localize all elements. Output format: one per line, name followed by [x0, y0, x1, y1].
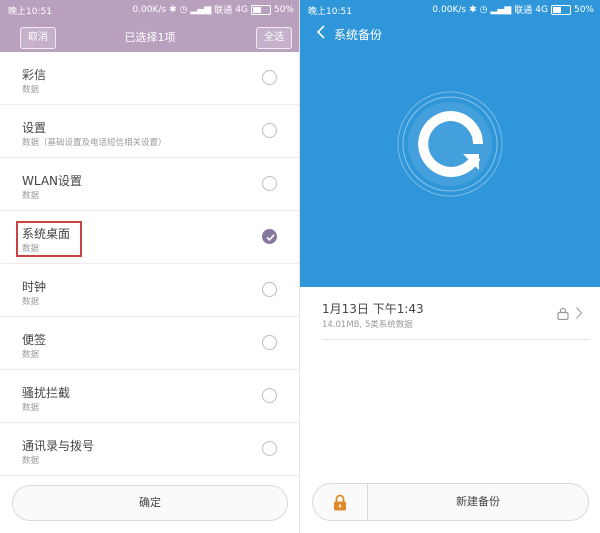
item-checkbox[interactable] — [262, 176, 277, 191]
lock-icon — [334, 494, 346, 511]
system-backup-screen: 晚上10:51 0.00K/s ✱ ◷ ▂▄▆ 联通 4G 50% 系统备份 1… — [300, 0, 600, 533]
back-arrow-icon[interactable] — [314, 24, 330, 40]
list-item[interactable]: 通讯录与拨号 数据 — [0, 423, 300, 476]
backup-date: 1月13日 下午1:43 — [322, 302, 424, 316]
battery-level: 50% — [573, 4, 594, 15]
status-time: 晚上10:51 — [308, 7, 352, 17]
bluetooth-icon: ✱ — [469, 4, 477, 15]
backup-size: 14.01MB, 5类系统数据 — [322, 320, 413, 330]
row-divider — [322, 339, 590, 340]
backup-select-screen: 晚上10:51 0.00K/s ✱ ◷ ▂▄▆ 联通 4G 50% 取消 已选择… — [0, 0, 300, 533]
list-item[interactable]: 骚扰拦截 数据 — [0, 370, 300, 423]
list-item[interactable]: 时钟 数据 — [0, 264, 300, 317]
item-title: 通讯录与拨号 — [22, 439, 95, 453]
item-subtitle: 数据 — [22, 297, 40, 307]
item-title: 时钟 — [22, 280, 47, 294]
item-checkbox[interactable] — [262, 70, 277, 85]
status-time: 晚上10:51 — [8, 7, 52, 17]
page-title: 系统备份 — [334, 28, 383, 42]
network-type: 4G — [535, 4, 548, 15]
confirm-button[interactable]: 确定 — [12, 485, 288, 521]
item-subtitle: 数据 — [22, 350, 40, 360]
item-checkbox[interactable] — [262, 335, 277, 350]
item-title: 便签 — [22, 333, 47, 347]
new-backup-button[interactable]: 新建备份 — [368, 484, 588, 520]
bluetooth-icon: ✱ — [169, 4, 177, 15]
encrypt-lock-button[interactable] — [313, 484, 368, 520]
item-subtitle: 数据 — [22, 85, 40, 95]
check-icon — [266, 234, 275, 242]
backup-logo-icon — [397, 91, 503, 197]
carrier-label: 联通 — [214, 6, 233, 16]
network-speed: 0.00K/s — [432, 4, 467, 15]
item-subtitle: 数据 — [22, 191, 40, 201]
bottom-action-bar: 新建备份 — [312, 483, 589, 521]
item-title: 设置 — [22, 121, 47, 135]
network-speed: 0.00K/s — [132, 4, 167, 15]
status-bar: 晚上10:51 0.00K/s ✱ ◷ ▂▄▆ 联通 4G 50% — [300, 0, 600, 20]
backup-header: 晚上10:51 0.00K/s ✱ ◷ ▂▄▆ 联通 4G 50% 系统备份 — [300, 0, 600, 287]
item-title: 彩信 — [22, 68, 47, 82]
item-subtitle: 数据（基础设置及电话短信相关设置） — [22, 138, 167, 148]
backup-record[interactable]: 1月13日 下午1:43 14.01MB, 5类系统数据 — [300, 287, 600, 339]
highlight-box — [16, 221, 82, 257]
alarm-icon: ◷ — [479, 4, 488, 15]
status-bar: 晚上10:51 0.00K/s ✱ ◷ ▂▄▆ 联通 4G 50% — [0, 0, 300, 20]
item-checkbox[interactable] — [262, 388, 277, 403]
select-all-button[interactable]: 全选 — [256, 27, 292, 49]
battery-level: 50% — [273, 4, 294, 15]
lock-icon — [557, 307, 569, 320]
item-title: WLAN设置 — [22, 174, 83, 188]
network-type: 4G — [235, 4, 248, 15]
list-item[interactable]: WLAN设置 数据 — [0, 158, 300, 211]
battery-icon — [550, 4, 571, 15]
selection-header: 晚上10:51 0.00K/s ✱ ◷ ▂▄▆ 联通 4G 50% 取消 已选择… — [0, 0, 300, 52]
list-item[interactable]: 彩信 数据 — [0, 52, 300, 105]
chevron-right-icon — [576, 307, 583, 319]
item-title: 骚扰拦截 — [22, 386, 71, 400]
alarm-icon: ◷ — [179, 4, 188, 15]
item-checkbox[interactable] — [262, 282, 277, 297]
selection-title: 已选择1项 — [124, 31, 176, 44]
item-checkbox-checked[interactable] — [262, 229, 277, 244]
signal-icon: ▂▄▆ — [490, 4, 512, 15]
item-subtitle: 数据 — [22, 403, 40, 413]
item-checkbox[interactable] — [262, 123, 277, 138]
item-checkbox[interactable] — [262, 441, 277, 456]
list-item[interactable]: 便签 数据 — [0, 317, 300, 370]
backup-item-list: 彩信 数据 设置 数据（基础设置及电话短信相关设置） WLAN设置 数据 系统桌… — [0, 52, 300, 476]
item-subtitle: 数据 — [22, 456, 40, 466]
signal-icon: ▂▄▆ — [190, 4, 212, 15]
list-item[interactable]: 设置 数据（基础设置及电话短信相关设置） — [0, 105, 300, 158]
carrier-label: 联通 — [514, 6, 533, 16]
battery-icon — [250, 4, 271, 15]
